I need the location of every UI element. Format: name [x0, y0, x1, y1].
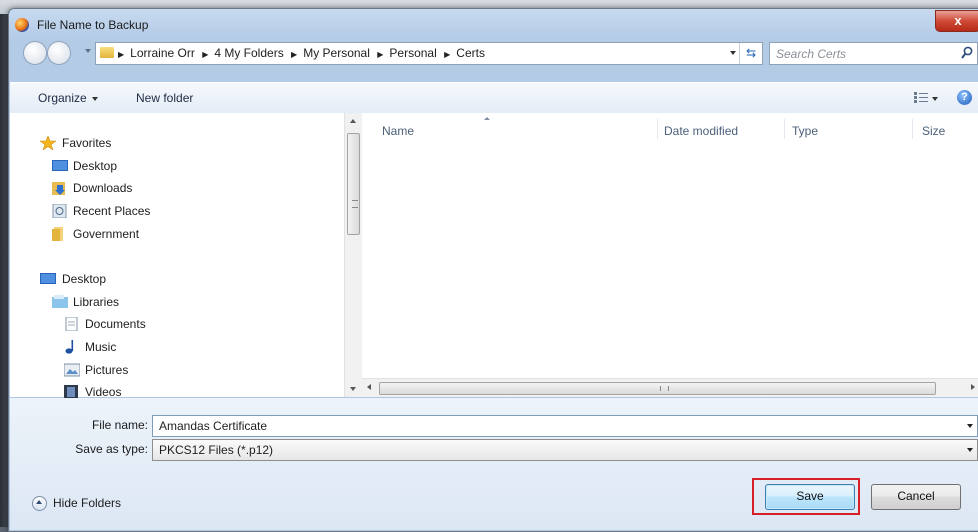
nav-item-label: Pictures — [85, 363, 129, 377]
nav-item-label: Government — [73, 227, 140, 241]
address-dropdown[interactable] — [730, 51, 736, 55]
desktop-icon — [52, 160, 68, 171]
nav-item-label: Downloads — [73, 181, 133, 195]
views-dropdown[interactable] — [932, 97, 938, 101]
column-header-type[interactable]: Type — [792, 124, 818, 138]
breadcrumb-item[interactable]: Personal — [389, 46, 436, 60]
file-name-value: Amandas Certificate — [159, 419, 268, 433]
scroll-left-icon[interactable] — [367, 384, 371, 390]
chevron-right-icon: ▶ — [444, 50, 451, 59]
forward-button[interactable] — [47, 41, 71, 65]
scroll-thumb[interactable] — [347, 133, 360, 235]
back-button[interactable] — [23, 41, 47, 65]
search-placeholder: Search Certs — [776, 47, 847, 61]
recent-places-icon — [52, 204, 67, 218]
music-icon — [65, 340, 74, 354]
save-type-select[interactable]: PKCS12 Files (*.p12) — [152, 439, 978, 461]
downloads-folder-icon — [52, 182, 65, 195]
breadcrumb: ▶ Lorraine Orr ▶ 4 My Folders ▶ My Personal… — [118, 46, 489, 60]
column-divider[interactable] — [784, 119, 785, 139]
scroll-down-icon[interactable] — [350, 387, 356, 391]
folder-icon — [100, 47, 114, 58]
dialog-title: File Name to Backup — [37, 18, 149, 32]
organize-label: Organize — [38, 91, 87, 105]
star-icon — [40, 136, 56, 150]
chevron-right-icon: ▶ — [118, 50, 125, 59]
views-icon[interactable] — [914, 92, 928, 103]
nav-item-label: Desktop — [73, 159, 118, 173]
grip-icon — [660, 386, 669, 391]
nav-favorites-label: Favorites — [62, 136, 112, 150]
recent-pages-dropdown[interactable] — [85, 49, 91, 53]
nav-desktop-label: Desktop — [62, 272, 107, 286]
close-button[interactable]: x — [935, 10, 978, 32]
nav-item-label: Music — [85, 340, 117, 354]
caret-down-icon — [91, 96, 98, 101]
help-icon[interactable]: ? — [957, 90, 972, 105]
breadcrumb-item[interactable]: Certs — [456, 46, 485, 60]
breadcrumb-item[interactable]: My Personal — [303, 46, 370, 60]
save-dialog: File Name to Backup x ▶ Lorraine Orr ▶ 4 M… — [8, 8, 978, 532]
desktop-icon — [40, 273, 56, 284]
scroll-thumb[interactable] — [379, 382, 936, 395]
sort-arrow-icon — [484, 117, 490, 120]
organize-menu[interactable]: Organize — [38, 91, 98, 105]
save-type-value: PKCS12 Files (*.p12) — [159, 443, 274, 457]
save-button[interactable]: Save — [765, 484, 855, 510]
column-header-size[interactable]: Size — [922, 124, 945, 138]
search-icon — [961, 46, 973, 59]
grip-icon — [352, 200, 358, 208]
scroll-right-icon[interactable] — [971, 384, 975, 390]
chevron-right-icon: ▶ — [202, 50, 209, 59]
chevron-right-icon: ▶ — [291, 50, 298, 59]
videos-icon — [64, 385, 78, 399]
libraries-icon — [52, 295, 68, 308]
column-header-date[interactable]: Date modified — [664, 124, 738, 138]
nav-libraries-label: Libraries — [73, 295, 120, 309]
breadcrumb-item[interactable]: Lorraine Orr — [130, 46, 195, 60]
nav-item-label: Documents — [85, 317, 146, 331]
cancel-button[interactable]: Cancel — [871, 484, 961, 510]
scroll-up-icon[interactable] — [350, 119, 356, 123]
refresh-icon[interactable]: ⇆ — [739, 43, 762, 64]
documents-icon — [65, 317, 78, 331]
navigation-pane: Favorites Desktop Downloads Recent Place… — [10, 113, 344, 399]
file-name-field[interactable]: Amandas Certificate — [152, 415, 978, 437]
navigation-scrollbar[interactable] — [344, 113, 362, 397]
chevron-down-icon — [967, 448, 973, 452]
breadcrumb-item[interactable]: 4 My Folders — [214, 46, 283, 60]
address-row: ▶ Lorraine Orr ▶ 4 My Folders ▶ My Personal… — [9, 39, 978, 69]
file-name-label: File name: — [91, 418, 148, 432]
collapse-icon — [32, 496, 47, 511]
column-divider[interactable] — [912, 119, 913, 139]
title-bar: File Name to Backup x — [9, 9, 978, 39]
save-options-panel: File name: Amandas Certificate Save as t… — [10, 398, 978, 530]
address-bar[interactable]: ▶ Lorraine Orr ▶ 4 My Folders ▶ My Personal… — [95, 42, 763, 65]
search-input[interactable]: Search Certs — [769, 42, 978, 65]
column-divider[interactable] — [657, 119, 658, 139]
hide-folders-label: Hide Folders — [53, 496, 122, 510]
column-header-name[interactable]: Name — [382, 124, 414, 138]
new-folder-button[interactable]: New folder — [136, 91, 193, 105]
pictures-icon — [64, 363, 80, 377]
chevron-right-icon: ▶ — [377, 50, 384, 59]
save-type-label: Save as type: — [75, 442, 148, 456]
folder-icon — [52, 227, 63, 241]
firefox-icon — [15, 18, 29, 32]
nav-item-label: Videos — [85, 385, 122, 399]
file-list: Name Date modified Type Size — [362, 113, 978, 397]
chevron-down-icon[interactable] — [967, 424, 973, 428]
nav-item-label: Recent Places — [73, 204, 151, 218]
command-bar: Organize New folder ? — [10, 82, 978, 114]
file-list-scrollbar[interactable] — [362, 378, 978, 397]
